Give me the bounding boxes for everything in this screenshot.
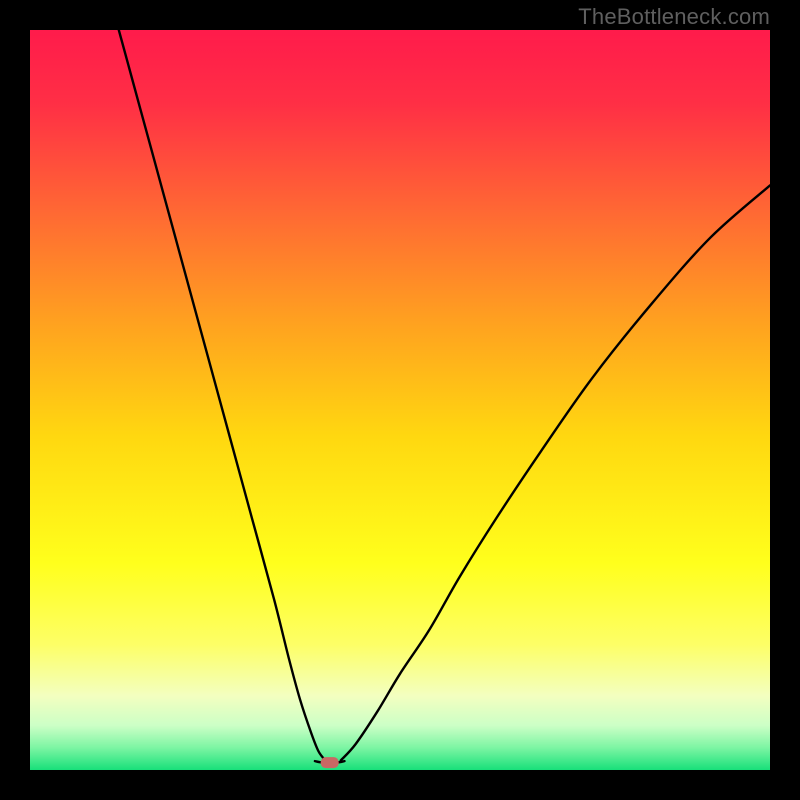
- chart-svg: [30, 30, 770, 770]
- chart-plot-area: [30, 30, 770, 770]
- gradient-background: [30, 30, 770, 770]
- valley-marker: [321, 757, 339, 768]
- outer-frame: TheBottleneck.com: [0, 0, 800, 800]
- watermark-text: TheBottleneck.com: [578, 4, 770, 30]
